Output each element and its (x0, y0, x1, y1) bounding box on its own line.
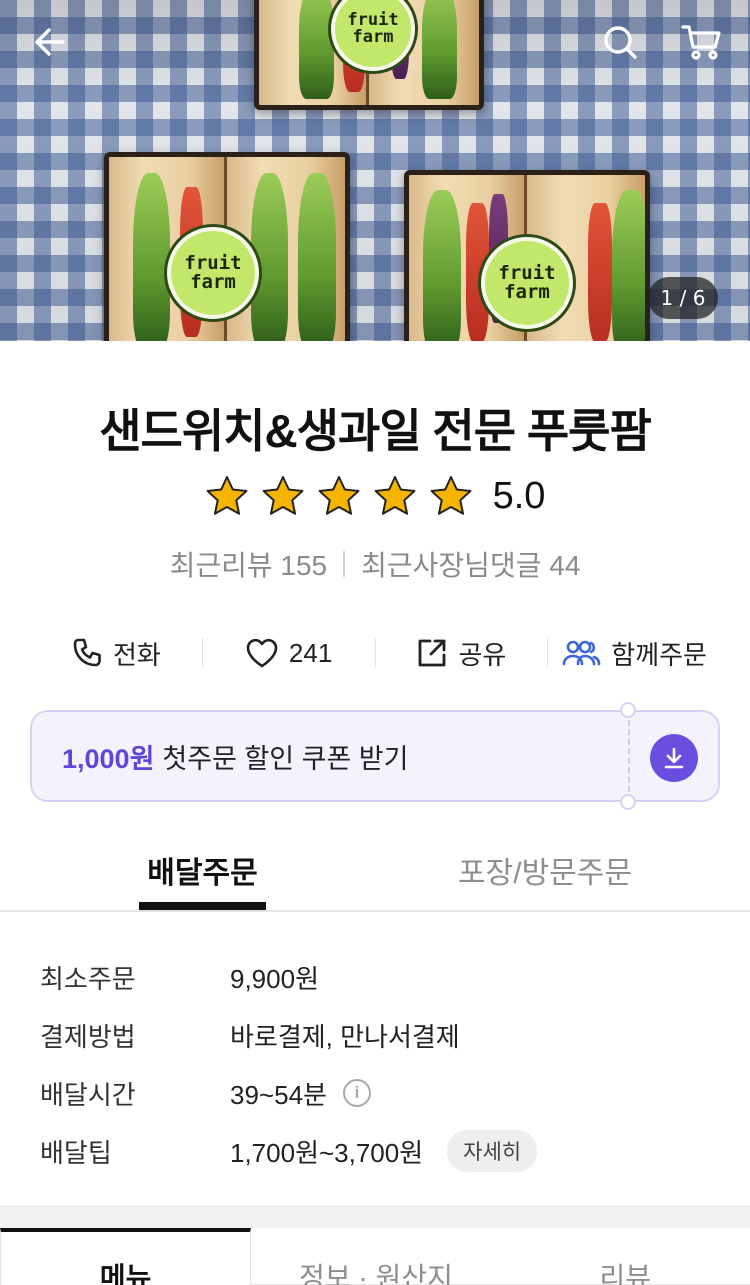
photo-counter: 1 / 6 (648, 277, 718, 319)
recent-reviews-link[interactable]: 최근리뷰 155 (170, 544, 328, 584)
tab-reviews[interactable]: 리뷰 (500, 1228, 750, 1285)
search-button[interactable] (596, 18, 644, 66)
fruit-farm-sticker: fruit farm (167, 227, 259, 319)
heart-icon (246, 638, 278, 668)
rating-row[interactable]: 5.0 (0, 474, 750, 518)
star-icon (206, 476, 247, 515)
group-order-icon (562, 640, 601, 666)
owner-replies-link[interactable]: 최근사장님댓글 44 (361, 544, 580, 584)
star-icon (374, 476, 415, 515)
delivery-info: 최소주문 9,900원 결제방법 바로결제, 만나서결제 배달시간 39~54분… (40, 948, 720, 1180)
section-divider (0, 1206, 750, 1228)
store-photo-banner[interactable]: fruit farm fruit farm fruit farm 1 / 6 (0, 0, 750, 341)
action-bar: 전화 241 공유 함께주문 (30, 625, 720, 681)
coupon-notch (620, 702, 636, 718)
back-arrow-icon (35, 28, 65, 56)
fruit-farm-sticker: fruit farm (481, 237, 573, 329)
star-icon (318, 476, 359, 515)
first-order-coupon[interactable]: 1,000원 첫주문 할인 쿠폰 받기 (30, 702, 720, 810)
tip-detail-button[interactable]: 자세히 (447, 1130, 538, 1172)
info-row-min-order: 최소주문 9,900원 (40, 963, 319, 994)
info-icon[interactable]: i (342, 1079, 371, 1107)
sandwich-box-top: fruit farm (254, 0, 484, 110)
coupon-divider (628, 720, 630, 792)
favorite-button[interactable]: 241 (203, 637, 375, 669)
active-tab-underline (139, 902, 266, 910)
sandwich-box-left: fruit farm (104, 152, 350, 341)
review-summary: 최근리뷰 155 최근사장님댓글 44 (0, 544, 750, 584)
tab-delivery-order[interactable]: 배달주문 (139, 848, 266, 892)
content-tabs: 메뉴 정보 · 원산지 리뷰 (0, 1228, 750, 1285)
coupon-notch (620, 794, 636, 810)
call-button[interactable]: 전화 (30, 635, 202, 672)
download-icon (664, 747, 684, 769)
coupon-download-button[interactable] (650, 734, 698, 782)
star-icon (262, 476, 303, 515)
coupon-amount: 1,000원 (62, 743, 155, 774)
share-icon (419, 639, 446, 667)
cart-button[interactable] (678, 18, 726, 66)
group-order-button[interactable]: 함께주문 (548, 635, 720, 672)
rating-value: 5.0 (492, 474, 546, 517)
tab-pickup-order[interactable]: 포장/방문주문 (440, 848, 650, 892)
review-divider (343, 551, 346, 577)
sandwich-box-right: fruit farm (404, 170, 650, 341)
search-icon (604, 26, 637, 59)
info-row-delivery-time: 배달시간 39~54분 i (40, 1064, 720, 1122)
phone-icon (73, 638, 101, 667)
info-row-delivery-tip: 배달팁 1,700원~3,700원 자세히 (40, 1122, 720, 1180)
store-title: 샌드위치&생과일 전문 푸룻팜 (99, 405, 652, 457)
order-type-tabs: 배달주문 포장/방문주문 (0, 830, 750, 912)
tab-menu[interactable]: 메뉴 (0, 1228, 252, 1285)
coupon-text: 첫주문 할인 쿠폰 받기 (162, 743, 409, 774)
star-icon (430, 476, 471, 515)
share-button[interactable]: 공유 (376, 635, 548, 672)
back-button[interactable] (26, 18, 74, 66)
tab-info-origin[interactable]: 정보 · 원산지 (251, 1228, 501, 1285)
cart-icon (681, 25, 721, 60)
info-row-payment: 결제방법 바로결제, 만나서결제 (40, 1021, 460, 1052)
